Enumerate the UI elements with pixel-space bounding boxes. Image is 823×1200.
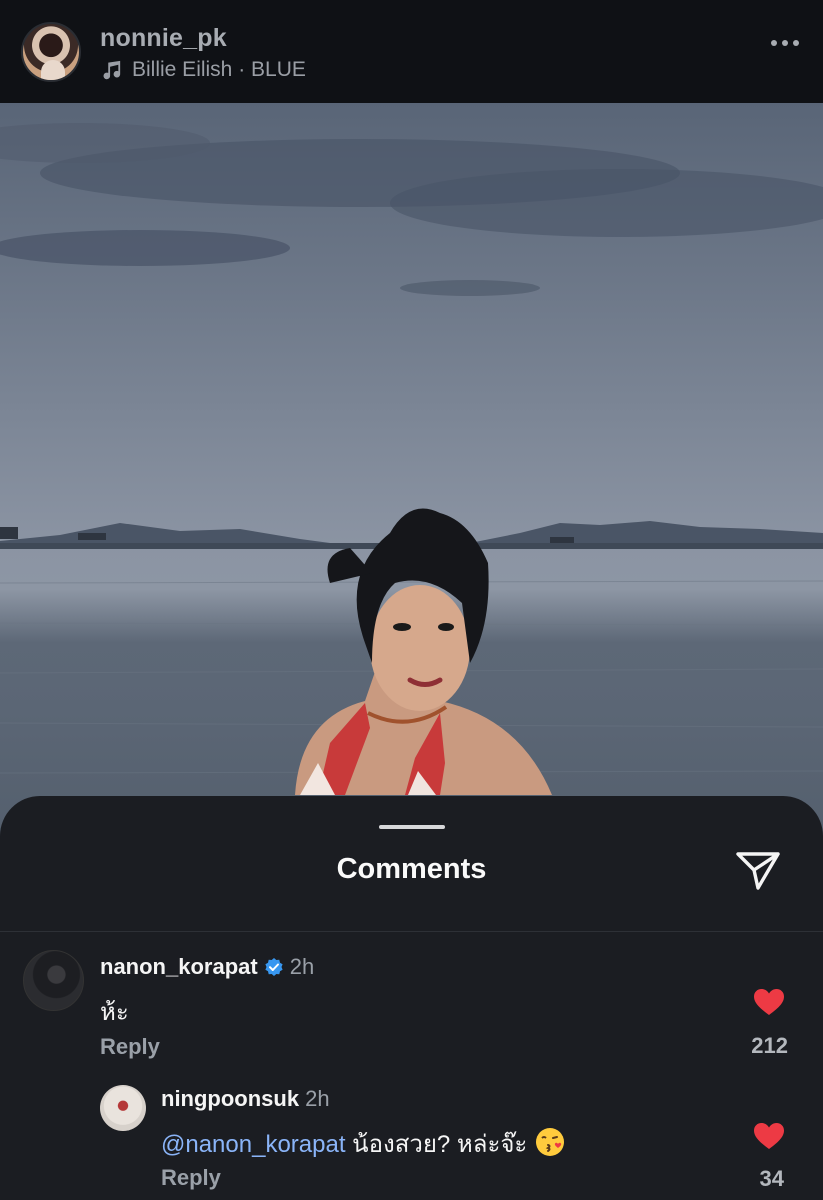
dot-icon [782, 40, 788, 46]
comment-username[interactable]: ningpoonsuk [161, 1086, 299, 1111]
heart-icon[interactable] [753, 988, 785, 1016]
reply-button[interactable]: Reply [161, 1165, 221, 1191]
comments-title: Comments [336, 853, 487, 885]
comment-header: nanon_korapat 2h [100, 954, 314, 980]
comment-text: @nanon_korapat น้องสวย? หล่ะจ๊ะ [161, 1124, 566, 1163]
author-avatar[interactable] [21, 22, 81, 82]
reply-button[interactable]: Reply [100, 1034, 160, 1060]
post-header: nonnie_pk Billie Eilish · BLUE [0, 0, 823, 103]
audio-track[interactable]: Billie Eilish · BLUE [100, 58, 306, 82]
more-options-button[interactable] [771, 40, 799, 46]
like-count: 212 [751, 1033, 788, 1058]
audio-track-label: Billie Eilish · BLUE [132, 58, 306, 81]
dot-icon [771, 40, 777, 46]
comment-text: ห้ะ [100, 999, 129, 1026]
commenter-avatar[interactable] [23, 950, 84, 1011]
mention-link[interactable]: @nanon_korapat [161, 1131, 346, 1158]
photo-scene [0, 123, 823, 795]
sheet-divider [0, 931, 823, 932]
like-count: 34 [759, 1166, 784, 1191]
commenter-avatar[interactable] [100, 1085, 146, 1131]
verified-badge-icon [265, 958, 283, 976]
music-note-icon [103, 60, 121, 80]
author-username[interactable]: nonnie_pk [100, 24, 227, 53]
comment-username[interactable]: nanon_korapat [100, 954, 258, 979]
comment-time: 2h [289, 954, 315, 979]
comment-time: 2h [305, 1086, 330, 1111]
dot-icon [793, 40, 799, 46]
heart-icon[interactable] [753, 1122, 785, 1150]
kissing-face-emoji [535, 1128, 564, 1156]
post-photo[interactable] [0, 103, 823, 863]
comment-text-body: น้องสวย? หล่ะจ๊ะ [345, 1131, 528, 1158]
send-icon[interactable] [734, 848, 782, 892]
sheet-drag-handle[interactable] [379, 825, 445, 829]
comment-header: ningpoonsuk 2h [161, 1086, 330, 1112]
